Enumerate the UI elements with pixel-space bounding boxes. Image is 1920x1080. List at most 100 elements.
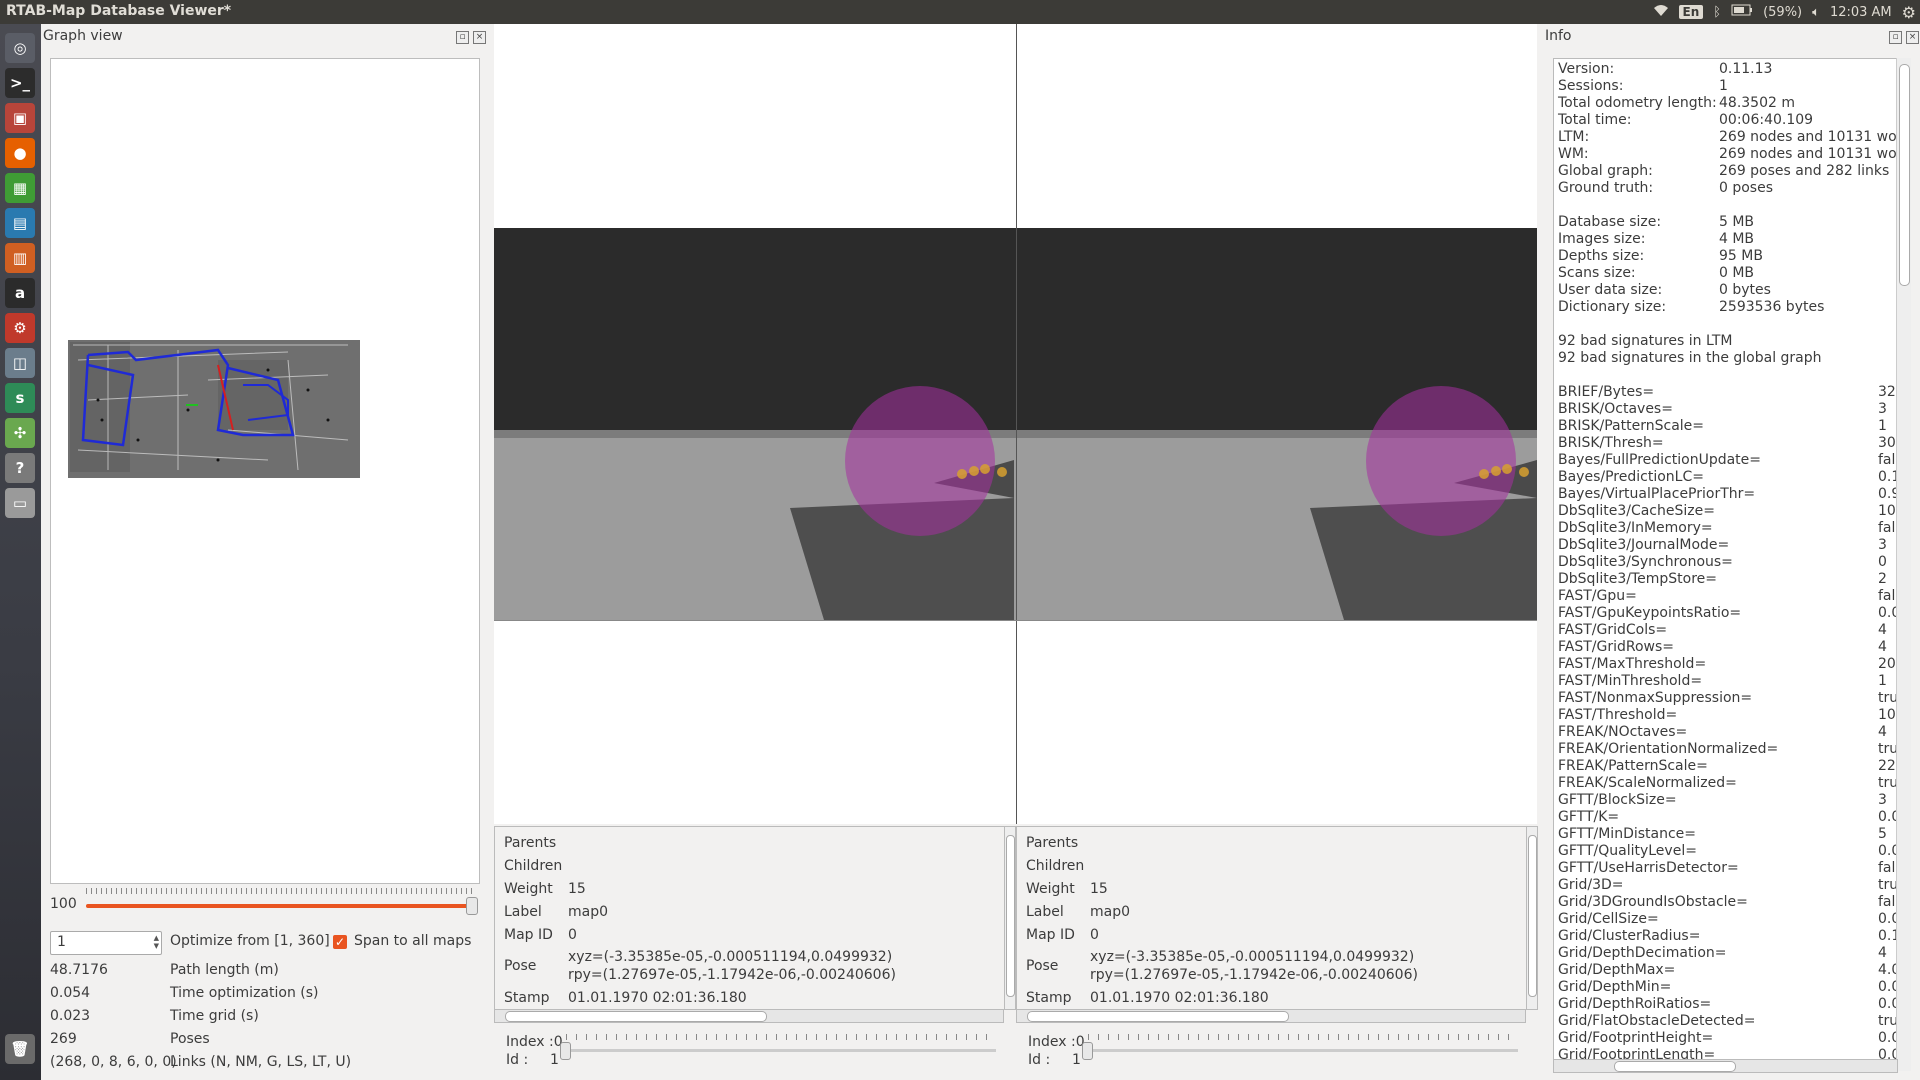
scrollbar-thumb[interactable]: [1899, 64, 1910, 286]
parameter-key: Grid/3D=: [1558, 877, 1624, 893]
optimize-from-spinbox[interactable]: 1 ▲ ▼: [50, 931, 162, 955]
impress-icon[interactable]: ▥: [5, 243, 35, 273]
slider-track[interactable]: [86, 904, 472, 908]
parameter-value: 0.05: [1878, 605, 1897, 621]
software-icon[interactable]: ◫: [5, 348, 35, 378]
spinbox-arrows[interactable]: ▲ ▼: [154, 934, 159, 950]
index-slider-ticks: [566, 1034, 996, 1040]
calc-icon[interactable]: ▦: [5, 173, 35, 203]
parameter-value: 1: [1878, 673, 1887, 689]
node-info-vertical-scrollbar[interactable]: [1004, 826, 1016, 1010]
parameter-key: DbSqlite3/InMemory=: [1558, 520, 1713, 536]
node-field-label: Pose: [504, 958, 537, 974]
sheets-icon[interactable]: s: [5, 383, 35, 413]
info-value: 269 poses and 282 links: [1719, 163, 1890, 179]
volume-icon[interactable]: 🔈︎: [1812, 5, 1820, 20]
info-key: Depths size:: [1558, 248, 1645, 264]
index-slider-track[interactable]: [566, 1049, 996, 1052]
slider-ticks: [86, 888, 474, 894]
info-horizontal-scrollbar[interactable]: [1553, 1059, 1898, 1073]
pose-rpy: rpy=(1.27697e-05,-1.17942e-06,-0.0024060…: [1090, 967, 1418, 983]
index-slider-handle[interactable]: [560, 1042, 571, 1060]
span-to-all-maps-checkbox[interactable]: ✓: [333, 935, 347, 949]
info-value: 0.11.13: [1719, 61, 1773, 77]
parameter-key: Grid/CellSize=: [1558, 911, 1659, 927]
index-slider-track[interactable]: [1088, 1049, 1518, 1052]
stat-value: 48.7176: [50, 962, 108, 978]
node-field-label: Weight: [1026, 881, 1075, 897]
id-label: Id :: [1028, 1052, 1051, 1068]
window-title: RTAB-Map Database Viewer*: [6, 3, 232, 19]
info-value: 00:06:40.109: [1719, 112, 1814, 128]
parameter-value: 0.1: [1878, 469, 1897, 485]
parameter-key: DbSqlite3/Synchronous=: [1558, 554, 1733, 570]
settings-icon[interactable]: ⚙: [5, 313, 35, 343]
rtabmap-icon[interactable]: ✣: [5, 418, 35, 448]
parameter-value: 4.0: [1878, 962, 1897, 978]
battery-percent: (59%): [1763, 4, 1803, 20]
info-key: Database size:: [1558, 214, 1662, 230]
wifi-icon[interactable]: [1653, 3, 1669, 21]
node-field-label: Map ID: [1026, 927, 1075, 943]
screenshot-icon[interactable]: ▣: [5, 103, 35, 133]
parameter-value: true: [1878, 877, 1898, 893]
parameter-value: false: [1878, 894, 1897, 910]
node-field-label: Children: [504, 858, 563, 874]
optimize-from-value: 1: [57, 934, 66, 950]
slider-handle[interactable]: [466, 897, 478, 915]
parameter-value: 0.001: [1878, 843, 1897, 859]
gear-icon[interactable]: ⚙: [1902, 3, 1916, 22]
scrollbar-thumb[interactable]: [505, 1011, 767, 1022]
float-icon[interactable]: ▫: [1889, 31, 1902, 44]
node-info-horizontal-scrollbar[interactable]: [1016, 1009, 1526, 1023]
info-vertical-scrollbar[interactable]: [1896, 58, 1911, 1071]
amazon-icon[interactable]: a: [5, 278, 35, 308]
scrollbar-thumb[interactable]: [1027, 1011, 1289, 1022]
close-icon[interactable]: ×: [1906, 31, 1919, 44]
trash-icon[interactable]: 🗑︎: [5, 1034, 35, 1064]
close-icon[interactable]: ×: [473, 31, 486, 44]
parameter-key: FAST/GpuKeypointsRatio=: [1558, 605, 1742, 621]
info-value: 48.3502 m: [1719, 95, 1795, 111]
index-slider-ticks: [1088, 1034, 1518, 1040]
terminal-icon[interactable]: >_: [5, 68, 35, 98]
writer-icon[interactable]: ▤: [5, 208, 35, 238]
pose-xyz: xyz=(-3.35385e-05,-0.000511194,0.0499932…: [1090, 949, 1415, 965]
parameter-key: Grid/DepthDecimation=: [1558, 945, 1727, 961]
info-value: 269 nodes and 10131 words: [1719, 129, 1897, 145]
parameter-key: FREAK/OrientationNormalized=: [1558, 741, 1779, 757]
id-value: 1: [1072, 1052, 1081, 1068]
dash-icon[interactable]: ◎: [5, 33, 35, 63]
keyboard-layout-indicator[interactable]: En: [1678, 5, 1704, 19]
node-info-table: Parents Children Weight 15 Label map0 Map ID 0 P…: [1016, 826, 1528, 1010]
bluetooth-icon[interactable]: ᛒ: [1713, 5, 1721, 20]
node-field-label: Label: [504, 904, 542, 920]
node-info-horizontal-scrollbar[interactable]: [494, 1009, 1004, 1023]
parameter-value: 0.0: [1878, 1030, 1897, 1046]
graph-view-title: Graph view: [43, 28, 123, 44]
drive-icon[interactable]: ▭: [5, 488, 35, 518]
info-key: Scans size:: [1558, 265, 1636, 281]
help-icon[interactable]: ?: [5, 453, 35, 483]
node-field-value: map0: [568, 904, 609, 920]
image-bottom-edge: [494, 620, 1537, 621]
index-label: Index :0: [506, 1034, 563, 1050]
float-icon[interactable]: ▫: [456, 31, 469, 44]
scrollbar-thumb[interactable]: [1528, 835, 1537, 997]
parameter-value: false: [1878, 860, 1897, 876]
info-key: WM:: [1558, 146, 1589, 162]
info-text[interactable]: Version: 0.11.13 Sessions: 1 Total odometry …: [1553, 58, 1898, 1073]
clock[interactable]: 12:03 AM: [1830, 5, 1892, 20]
battery-icon[interactable]: [1731, 4, 1753, 20]
scrollbar-thumb[interactable]: [1006, 835, 1015, 997]
occupancy-grid-map[interactable]: [68, 340, 360, 478]
node-info-vertical-scrollbar[interactable]: [1526, 826, 1538, 1010]
firefox-icon[interactable]: ●: [5, 138, 35, 168]
slider-value: 100: [50, 896, 77, 912]
info-key: Global graph:: [1558, 163, 1653, 179]
graph-iteration-slider[interactable]: 100: [50, 888, 478, 916]
info-value: 0 bytes: [1719, 282, 1771, 298]
scrollbar-thumb[interactable]: [1614, 1061, 1736, 1072]
index-slider-handle[interactable]: [1082, 1042, 1093, 1060]
image-divider: [1016, 24, 1017, 824]
